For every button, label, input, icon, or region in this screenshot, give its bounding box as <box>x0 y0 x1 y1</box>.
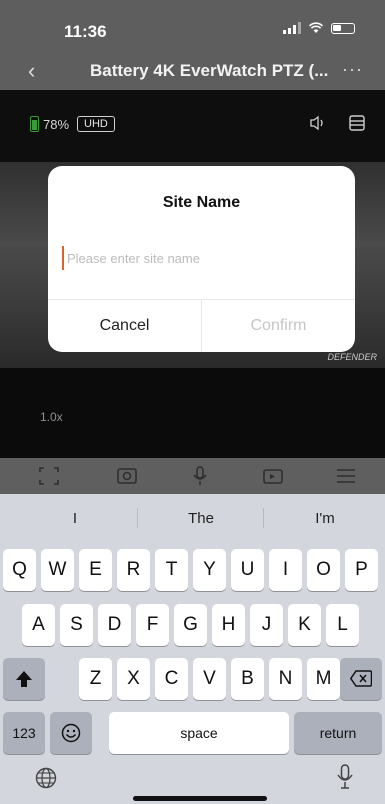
key-j[interactable]: J <box>250 604 283 646</box>
emoji-icon <box>61 723 81 743</box>
dictation-microphone-icon[interactable] <box>336 764 354 790</box>
key-e[interactable]: E <box>79 549 112 591</box>
key-o[interactable]: O <box>307 549 340 591</box>
battery-percent: 78% <box>43 116 70 132</box>
key-r[interactable]: R <box>117 549 150 591</box>
key-m[interactable]: M <box>307 658 340 700</box>
return-key[interactable]: return <box>294 712 382 754</box>
status-bar: 11:36 <box>0 0 385 54</box>
backspace-icon <box>349 670 373 687</box>
key-c[interactable]: C <box>155 658 188 700</box>
backspace-key[interactable] <box>340 658 382 700</box>
key-h[interactable]: H <box>212 604 245 646</box>
wifi-icon <box>309 22 323 33</box>
camera-watermark: DEFENDER <box>327 352 377 362</box>
key-g[interactable]: G <box>174 604 207 646</box>
camera-toolbar <box>0 458 385 494</box>
emoji-key[interactable] <box>50 712 92 754</box>
key-i[interactable]: I <box>269 549 302 591</box>
key-y[interactable]: Y <box>193 549 226 591</box>
dialog-title: Site Name <box>162 194 241 211</box>
nav-bar: ‹ Battery 4K EverWatch PTZ (... ··· <box>0 54 385 90</box>
home-indicator <box>133 796 267 801</box>
suggestion-item[interactable]: I'm <box>265 510 385 527</box>
key-u[interactable]: U <box>231 549 264 591</box>
key-s[interactable]: S <box>60 604 93 646</box>
cellular-signal-icon <box>283 22 301 34</box>
fullscreen-icon[interactable] <box>38 466 60 486</box>
suggestion-bar: I The I'm <box>0 494 385 540</box>
confirm-button[interactable]: Confirm <box>202 300 355 352</box>
site-name-input[interactable] <box>62 246 343 270</box>
suggestion-item[interactable]: I <box>15 510 135 527</box>
status-icons <box>283 22 355 34</box>
microphone-icon[interactable] <box>189 466 211 486</box>
cancel-button[interactable]: Cancel <box>48 300 201 352</box>
quality-badge[interactable]: UHD <box>77 116 115 132</box>
key-f[interactable]: F <box>136 604 169 646</box>
page-title: Battery 4K EverWatch PTZ (... <box>90 61 329 80</box>
status-time: 11:36 <box>64 22 107 41</box>
playback-list-icon[interactable] <box>348 114 366 132</box>
snapshot-icon[interactable] <box>116 466 138 486</box>
onscreen-keyboard: I The I'm Q W E R T Y U I O P A S D F G … <box>0 494 385 804</box>
camera-battery-icon <box>30 116 39 132</box>
speaker-icon[interactable] <box>309 114 327 132</box>
key-a[interactable]: A <box>22 604 55 646</box>
app-screen: 11:36 ‹ Battery 4K EverWatch PTZ (... ··… <box>0 0 385 804</box>
key-p[interactable]: P <box>345 549 378 591</box>
key-q[interactable]: Q <box>3 549 36 591</box>
key-z[interactable]: Z <box>79 658 112 700</box>
menu-lines-icon[interactable] <box>335 466 357 486</box>
shift-arrow-icon <box>16 671 32 687</box>
zoom-level: 1.0x <box>40 410 63 424</box>
battery-icon <box>331 22 355 34</box>
key-d[interactable]: D <box>98 604 131 646</box>
suggestion-divider <box>263 508 264 528</box>
key-w[interactable]: W <box>41 549 74 591</box>
key-b[interactable]: B <box>231 658 264 700</box>
shift-key[interactable] <box>3 658 45 700</box>
key-x[interactable]: X <box>117 658 150 700</box>
key-v[interactable]: V <box>193 658 226 700</box>
suggestion-divider <box>137 508 138 528</box>
more-options-icon[interactable]: ··· <box>342 59 363 80</box>
space-key[interactable]: space <box>109 712 289 754</box>
site-name-dialog: Site Name Cancel Confirm <box>48 166 355 352</box>
key-k[interactable]: K <box>288 604 321 646</box>
back-chevron-icon[interactable]: ‹ <box>28 58 35 84</box>
numbers-key[interactable]: 123 <box>3 712 45 754</box>
record-video-icon[interactable] <box>262 466 284 486</box>
globe-icon[interactable] <box>35 767 57 789</box>
key-t[interactable]: T <box>155 549 188 591</box>
camera-status: 78% UHD <box>30 116 115 132</box>
suggestion-item[interactable]: The <box>141 510 261 527</box>
key-l[interactable]: L <box>326 604 359 646</box>
key-n[interactable]: N <box>269 658 302 700</box>
